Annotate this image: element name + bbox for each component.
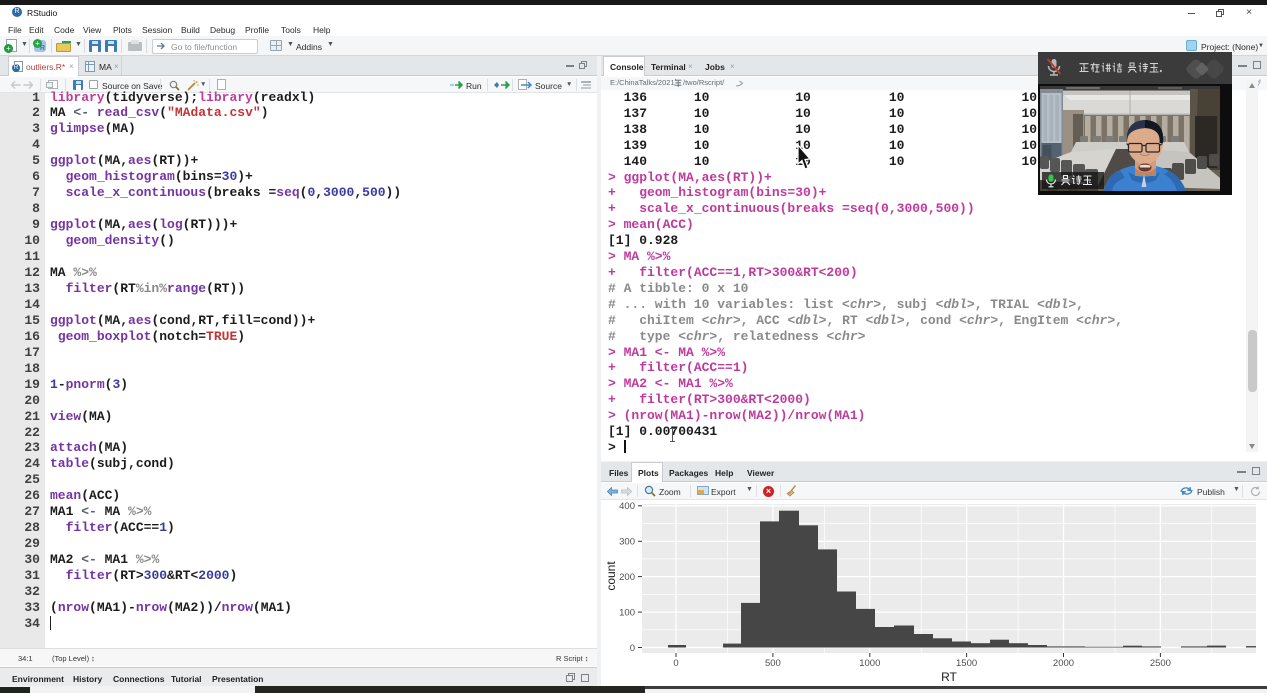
svg-text:200: 200	[619, 572, 635, 583]
svg-text:RT: RT	[941, 670, 957, 684]
svg-text:400: 400	[619, 501, 635, 512]
svg-text:100: 100	[619, 607, 635, 618]
svg-text:2000: 2000	[1053, 658, 1074, 669]
svg-text:1000: 1000	[859, 658, 880, 669]
svg-text:0: 0	[630, 643, 635, 654]
svg-text:300: 300	[619, 537, 635, 548]
svg-text:0: 0	[673, 658, 678, 669]
svg-text:1500: 1500	[956, 658, 977, 669]
svg-text:500: 500	[765, 658, 781, 669]
svg-text:count: count	[604, 561, 618, 591]
svg-text:2500: 2500	[1150, 658, 1171, 669]
